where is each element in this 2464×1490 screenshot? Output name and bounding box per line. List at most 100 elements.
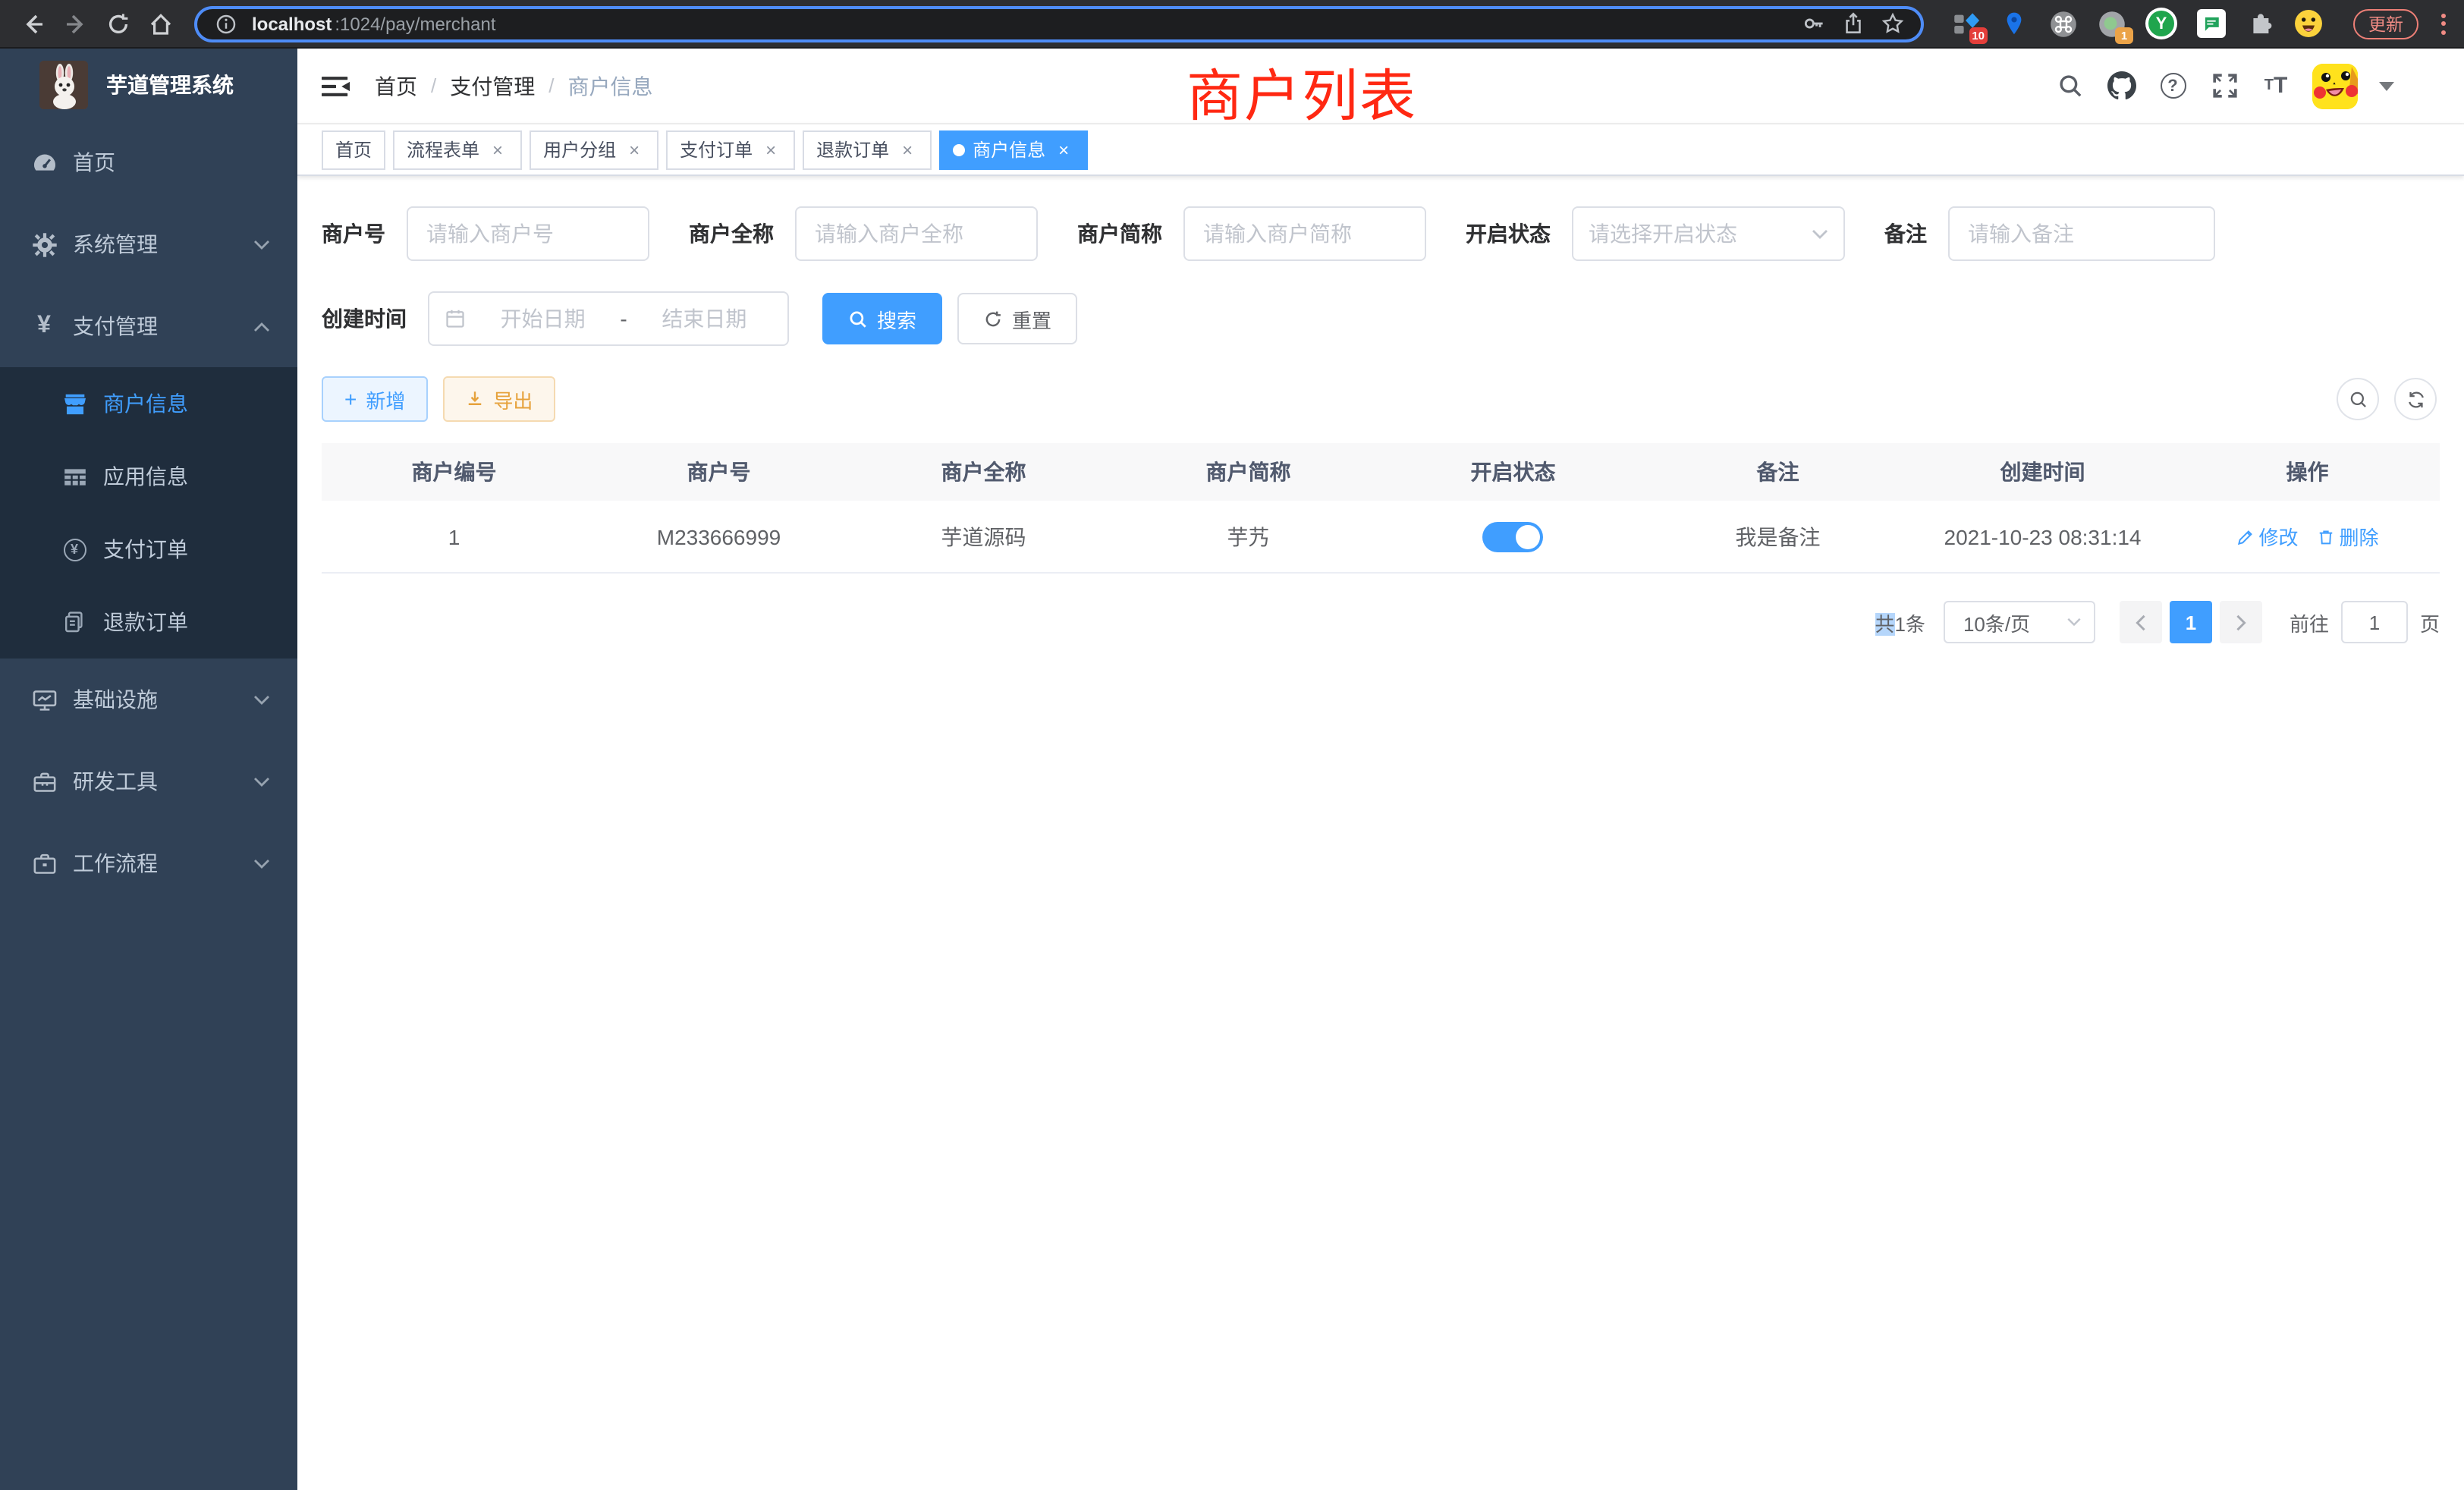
y-extension-icon[interactable]: Y xyxy=(2145,8,2177,39)
sidebar-item-home[interactable]: 首页 xyxy=(0,121,297,203)
page-content: 商户号 商户全称 商户简称 开启状态 请选择开启状态 xyxy=(297,176,2464,643)
github-icon[interactable] xyxy=(2106,71,2136,101)
address-bar[interactable]: localhost :1024/pay/merchant xyxy=(194,5,1924,42)
sidebar-item-label: 支付订单 xyxy=(103,534,188,564)
tab-user-group[interactable]: 用户分组× xyxy=(530,130,658,169)
tab-pay-order[interactable]: 支付订单× xyxy=(666,130,795,169)
sidebar-item-pay[interactable]: ¥ 支付管理 xyxy=(0,285,297,367)
site-info-icon[interactable] xyxy=(212,10,240,37)
forward-icon[interactable] xyxy=(58,5,94,42)
prev-page-button[interactable] xyxy=(2120,601,2162,643)
sidebar-item-dev-tools[interactable]: 研发工具 xyxy=(0,740,297,822)
browser-update-button[interactable]: 更新 xyxy=(2353,8,2418,39)
tab-merchant-info[interactable]: 商户信息× xyxy=(939,130,1088,169)
main-area: 首页 / 支付管理 / 商户信息 ? xyxy=(297,49,2464,1490)
sidebar-item-infra[interactable]: 基础设施 xyxy=(0,659,297,740)
url-host: localhost xyxy=(252,13,332,34)
short-name-input[interactable] xyxy=(1183,206,1426,261)
home-icon[interactable] xyxy=(143,5,179,42)
password-key-icon[interactable] xyxy=(1799,10,1827,37)
logo-row[interactable]: 芋道管理系统 xyxy=(0,49,297,121)
status-toggle[interactable] xyxy=(1483,521,1544,552)
sidebar-item-label: 商户信息 xyxy=(103,388,188,419)
sidebar-item-label: 首页 xyxy=(73,147,115,178)
merchant-no-input[interactable] xyxy=(407,206,649,261)
sidebar-item-merchant-info[interactable]: 商户信息 xyxy=(0,367,297,440)
hamburger-icon[interactable] xyxy=(322,74,350,98)
sidebar-item-pay-order[interactable]: ¥ 支付订单 xyxy=(0,513,297,586)
command-extension-icon[interactable] xyxy=(2048,9,2077,38)
status-select[interactable]: 请选择开启状态 xyxy=(1572,206,1845,261)
export-button[interactable]: 导出 xyxy=(443,376,555,422)
caret-down-icon[interactable] xyxy=(2379,81,2394,90)
refresh-table-icon[interactable] xyxy=(2394,378,2437,420)
pinned-tabs-extension-icon[interactable]: 10 xyxy=(1951,9,1980,38)
back-icon[interactable] xyxy=(15,5,52,42)
session-extension-icon[interactable]: 1 xyxy=(2097,9,2126,38)
close-icon[interactable]: × xyxy=(487,139,508,160)
close-icon[interactable]: × xyxy=(897,139,918,160)
map-pin-extension-icon[interactable] xyxy=(2000,9,2029,38)
add-button[interactable]: + 新增 xyxy=(322,376,428,422)
sidebar-item-app-info[interactable]: 应用信息 xyxy=(0,440,297,513)
fullscreen-icon[interactable] xyxy=(2209,71,2239,101)
close-icon[interactable]: × xyxy=(624,139,645,160)
toggle-search-icon[interactable] xyxy=(2337,378,2379,420)
delete-link[interactable]: 删除 xyxy=(2317,522,2379,551)
goto-page-input[interactable] xyxy=(2341,601,2408,643)
reset-button[interactable]: 重置 xyxy=(957,293,1077,344)
table-tools xyxy=(2337,378,2440,420)
emoji-extension-icon[interactable] xyxy=(2294,9,2323,38)
sidebar-item-workflow[interactable]: 工作流程 xyxy=(0,822,297,904)
close-icon[interactable]: × xyxy=(1053,139,1074,160)
navbar-actions: ? TT xyxy=(2054,63,2440,108)
sidebar-item-label: 基础设施 xyxy=(73,684,158,715)
goto-page: 前往 页 xyxy=(2290,601,2440,643)
chevron-down-icon xyxy=(253,776,270,787)
search-button[interactable]: 搜索 xyxy=(822,293,942,344)
avatar[interactable] xyxy=(2312,63,2358,108)
grid-icon xyxy=(61,463,88,490)
documents-icon xyxy=(61,608,88,636)
browser-menu-icon[interactable] xyxy=(2437,13,2449,34)
sidebar-item-system[interactable]: 系统管理 xyxy=(0,203,297,285)
date-range-input[interactable]: 开始日期 - 结束日期 xyxy=(428,291,789,346)
app-title: 芋道管理系统 xyxy=(106,70,234,100)
filter-row-2: 创建时间 开始日期 - 结束日期 搜索 xyxy=(322,291,2440,346)
extensions-puzzle-icon[interactable] xyxy=(2246,9,2274,38)
total-count: 共1条 xyxy=(1875,608,1925,637)
bookmark-star-icon[interactable] xyxy=(1878,10,1906,37)
edit-link[interactable]: 修改 xyxy=(2236,522,2298,551)
next-page-button[interactable] xyxy=(2220,601,2262,643)
plus-icon: + xyxy=(344,388,357,410)
active-dot xyxy=(953,143,965,156)
extensions-row: 10 1 Y xyxy=(1951,8,2323,39)
page-size-select[interactable]: 10条/页 xyxy=(1944,601,2095,643)
remark-input[interactable] xyxy=(1948,206,2215,261)
font-size-icon[interactable]: TT xyxy=(2261,71,2291,101)
sidebar-item-refund-order[interactable]: 退款订单 xyxy=(0,586,297,659)
download-icon xyxy=(466,390,484,408)
tab-home[interactable]: 首页 xyxy=(322,130,385,169)
share-icon[interactable] xyxy=(1839,10,1866,37)
breadcrumb-pay[interactable]: 支付管理 xyxy=(450,71,535,101)
table-toolbar: + 新增 导出 xyxy=(322,376,2440,422)
annotation-merchant-list: 商户列表 xyxy=(1186,50,1417,132)
page-1-button[interactable]: 1 xyxy=(2170,601,2212,643)
refresh-icon[interactable] xyxy=(100,5,137,42)
chat-extension-icon[interactable] xyxy=(2197,9,2226,38)
close-icon[interactable]: × xyxy=(760,139,781,160)
filter-row-1: 商户号 商户全称 商户简称 开启状态 请选择开启状态 xyxy=(322,206,2440,261)
merchant-no-label: 商户号 xyxy=(322,218,385,249)
help-icon[interactable]: ? xyxy=(2158,71,2188,101)
refresh-icon xyxy=(983,309,1003,328)
sidebar-item-label: 工作流程 xyxy=(73,848,158,879)
status-label: 开启状态 xyxy=(1466,218,1551,249)
breadcrumb-home[interactable]: 首页 xyxy=(375,71,417,101)
tab-process-form[interactable]: 流程表单× xyxy=(393,130,522,169)
pencil-icon xyxy=(2236,527,2254,545)
tab-refund-order[interactable]: 退款订单× xyxy=(803,130,932,169)
search-icon[interactable] xyxy=(2054,71,2085,101)
chevron-down-icon xyxy=(1812,228,1828,239)
full-name-input[interactable] xyxy=(795,206,1038,261)
